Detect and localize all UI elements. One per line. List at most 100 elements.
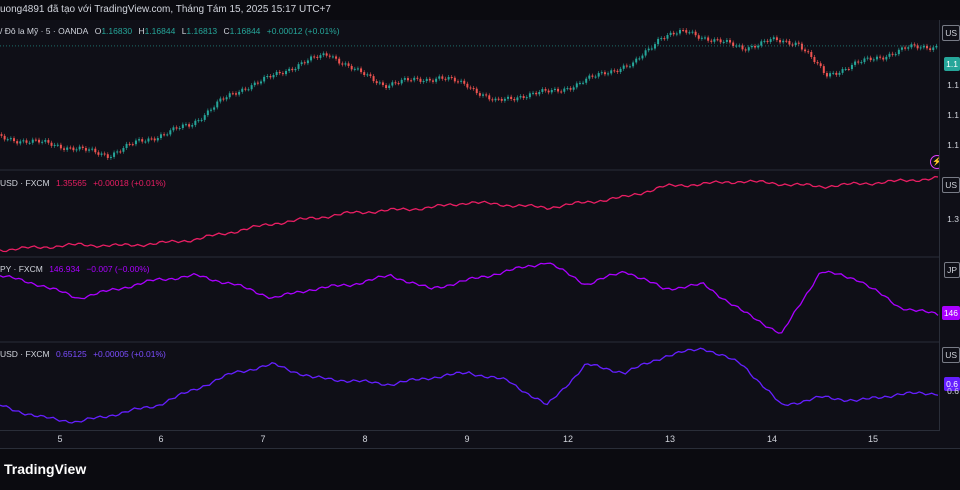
candle-body — [525, 97, 528, 99]
candle-body — [325, 53, 328, 56]
candle-body — [769, 39, 772, 42]
candle-body — [341, 63, 344, 65]
candle-body — [772, 37, 775, 40]
candle-body — [81, 146, 84, 149]
candle-body — [628, 66, 631, 68]
candle-body — [294, 68, 297, 71]
candle-body — [779, 40, 782, 43]
candle-body — [519, 96, 522, 98]
candle-body — [475, 88, 478, 94]
candle-body — [557, 88, 560, 92]
candle-body — [59, 144, 62, 149]
candle-body — [172, 127, 175, 131]
candle-body — [547, 90, 550, 93]
candle-body — [513, 99, 516, 101]
candle-body — [650, 48, 653, 50]
candle-body — [872, 59, 875, 61]
currency-tag-gbpusd[interactable]: US — [942, 177, 960, 193]
pane-symbol: USD · FXCM — [0, 349, 50, 359]
candle-body — [338, 58, 341, 64]
candle-body — [800, 43, 803, 50]
candle-body — [585, 78, 588, 83]
axis-label: 1.1 — [947, 110, 959, 120]
candle-body — [141, 139, 144, 142]
candle-body — [47, 140, 50, 143]
chart-area[interactable] — [0, 20, 940, 430]
candle-body — [322, 53, 325, 56]
candle-body — [829, 73, 832, 77]
candle-body — [163, 134, 166, 136]
candle-body — [894, 54, 897, 56]
candle-body — [78, 146, 81, 150]
candle-body — [669, 32, 672, 36]
candle-body — [188, 124, 191, 127]
candle-body — [810, 52, 813, 57]
candle-body — [904, 47, 907, 49]
candle-body — [378, 82, 381, 84]
candle-body — [56, 144, 59, 146]
candle-body — [597, 73, 600, 77]
candle-body — [119, 151, 122, 153]
currency-tag-audusd[interactable]: US — [942, 347, 960, 363]
candle-body — [444, 78, 447, 80]
candle-body — [25, 140, 28, 143]
candle-body — [360, 68, 363, 73]
axis-label: 1.1 — [947, 80, 959, 90]
candle-body — [250, 85, 253, 90]
candle-body — [253, 82, 256, 86]
candle-body — [491, 99, 494, 101]
candle-body — [397, 83, 400, 85]
candle-body — [566, 88, 569, 90]
candle-body — [600, 72, 603, 74]
candle-body — [385, 85, 388, 89]
candle-body — [88, 149, 91, 151]
candle-body — [919, 47, 922, 49]
candle-body — [528, 93, 531, 98]
candle-body — [678, 30, 681, 34]
candle-body — [256, 82, 259, 84]
candle-body — [100, 153, 103, 155]
candle-body — [297, 64, 300, 69]
candle-body — [281, 73, 284, 75]
x-tick: 13 — [664, 434, 676, 444]
candle-body — [582, 82, 585, 84]
time-axis[interactable]: 5 6 7 8 9 12 13 14 15 — [0, 430, 940, 449]
last-value: 1.35565 — [55, 178, 87, 188]
candle-body — [278, 71, 281, 74]
footer: TradingView — [0, 448, 960, 490]
candle-body — [885, 56, 888, 60]
eurusd-pane[interactable] — [0, 28, 938, 160]
candle-body — [675, 33, 678, 35]
tradingview-logo[interactable]: TradingView — [4, 461, 86, 477]
candle-body — [125, 143, 128, 149]
candle-body — [153, 138, 156, 141]
candle-body — [510, 96, 513, 100]
currency-tag-usdjpy[interactable]: JP — [944, 262, 960, 278]
candle-body — [366, 74, 369, 76]
candle-body — [863, 58, 866, 63]
axis-label: 0.6 — [947, 386, 959, 396]
candle-body — [175, 127, 178, 129]
candle-body — [150, 138, 153, 140]
candle-body — [804, 49, 807, 52]
pane-title-gbpusd: USD · FXCM 1.35565 +0.00018 (+0.01%) — [0, 178, 170, 188]
candle-body — [613, 70, 616, 72]
candle-body — [184, 124, 187, 126]
candle-body — [109, 156, 112, 158]
candle-body — [710, 40, 713, 42]
candle-body — [750, 45, 753, 48]
candle-body — [632, 62, 635, 67]
candle-body — [913, 44, 916, 46]
audusd-pane[interactable] — [0, 347, 939, 424]
candle-body — [478, 93, 481, 96]
header-text: uong4891 đã tạo với TradingView.com, Thá… — [0, 4, 331, 15]
candle-body — [447, 77, 450, 80]
candle-body — [269, 76, 272, 78]
candle-body — [932, 47, 935, 51]
candle-body — [760, 41, 763, 46]
candle-body — [788, 40, 791, 45]
currency-tag-eurusd[interactable]: US — [942, 25, 960, 41]
candle-body — [825, 73, 828, 77]
candle-body — [200, 119, 203, 121]
candle-body — [0, 134, 3, 136]
